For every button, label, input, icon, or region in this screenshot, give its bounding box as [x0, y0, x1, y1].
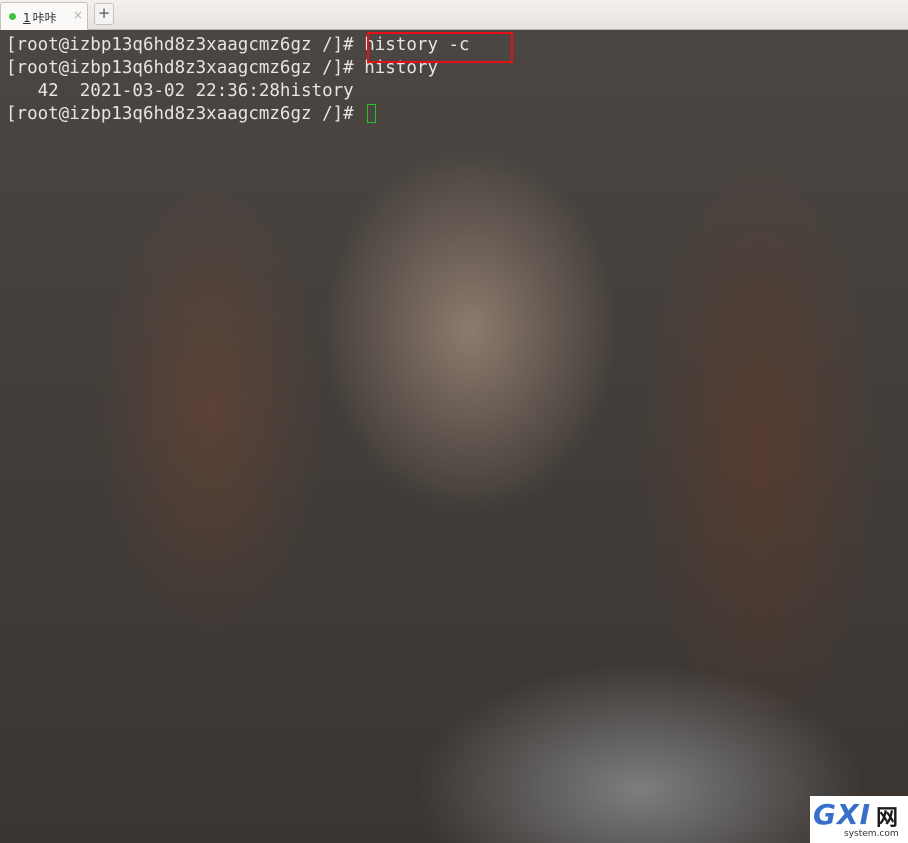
watermark-logo: GXI 网 system.com [810, 796, 908, 843]
tab-bar: 1 咔咔 × + [0, 0, 908, 30]
prompt: [root@izbp13q6hd8z3xaagcmz6gz /]# [6, 35, 365, 55]
highlight-box [367, 32, 513, 63]
watermark-cn-text: 网 [876, 806, 899, 831]
prompt: [root@izbp13q6hd8z3xaagcmz6gz /]# [6, 58, 365, 78]
prompt: [root@izbp13q6hd8z3xaagcmz6gz /]# [6, 104, 365, 124]
tab-session-1[interactable]: 1 咔咔 × [0, 2, 88, 30]
tab-title: 咔咔 [32, 11, 57, 25]
tab-label: 1 咔咔 [23, 9, 57, 26]
connected-status-dot [9, 13, 16, 20]
terminal-line: [root@izbp13q6hd8z3xaagcmz6gz /]# [6, 103, 377, 126]
watermark-domain: system.com [844, 829, 899, 839]
new-tab-button[interactable]: + [94, 3, 114, 25]
watermark-logo-text: GXI [813, 798, 871, 831]
terminal-cursor [367, 104, 377, 123]
tab-number: 1 [23, 11, 31, 25]
close-icon[interactable]: × [73, 8, 83, 22]
terminal-area[interactable]: [root@izbp13q6hd8z3xaagcmz6gz /]# histor… [0, 30, 908, 843]
terminal-output-line: 42 2021-03-02 22:36:28history [6, 81, 354, 101]
